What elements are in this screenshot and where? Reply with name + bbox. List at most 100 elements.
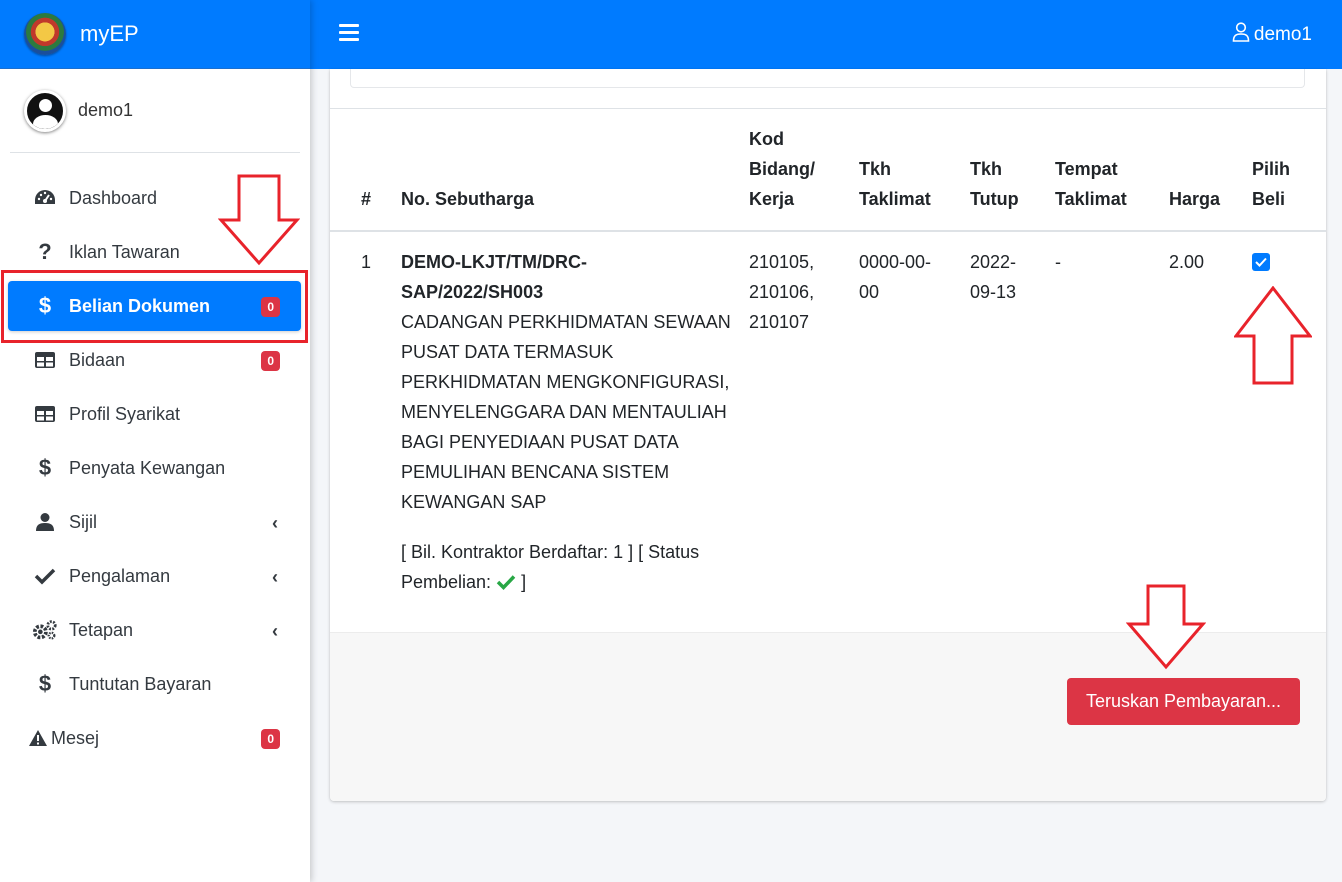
header-tkh-taklimat: Tkh Taklimat: [859, 154, 931, 214]
chevron-left-icon[interactable]: ‹: [272, 567, 278, 588]
checkbox-check-icon: [1255, 257, 1267, 267]
header-line: Taklimat: [1055, 189, 1127, 209]
sidebar-link-mesej[interactable]: Mesej: [8, 713, 301, 763]
row-tempat-cell: -: [1055, 252, 1061, 272]
row-desc-line: MENYELENGGARA DAN MENTAULIAH: [401, 402, 727, 422]
sidebar-link-penyata-kewangan[interactable]: $ Penyata Kewangan: [8, 443, 301, 493]
header-line: Beli: [1252, 189, 1286, 209]
status-check-icon: [496, 572, 521, 592]
sidebar-item-label: Profil Syarikat: [69, 403, 181, 424]
brand-logo-icon: [24, 13, 66, 55]
sidebar-item-pengalaman[interactable]: Pengalaman ‹: [0, 549, 310, 603]
brand-name: myEP: [80, 21, 139, 46]
sidebar-item-label: Bidaan: [69, 349, 126, 370]
row-desc-line: CADANGAN PERKHIDMATAN SEWAAN: [401, 312, 731, 332]
dollar-icon: $: [38, 671, 52, 696]
sidebar-link-tetapan[interactable]: Tetapan: [8, 605, 301, 655]
row-desc-line: PEMULIHAN BENCANA SISTEM: [401, 462, 670, 482]
chevron-left-icon[interactable]: ‹: [272, 621, 278, 642]
top-user-menu[interactable]: demo1: [1232, 22, 1312, 48]
header-kod-line: Kod: [749, 129, 784, 149]
sidebar-item-label: Penyata Kewangan: [69, 457, 226, 478]
sidebar-item-tuntutan-bayaran[interactable]: $ Tuntutan Bayaran: [0, 657, 310, 711]
sidebar-item-dashboard[interactable]: Dashboard: [0, 171, 310, 225]
row-spacer: [401, 517, 731, 537]
row-tkh-taklimat-cell: 0000-00- 00: [859, 247, 931, 307]
header-line: Tempat: [1055, 159, 1118, 179]
avatar: [24, 89, 66, 132]
header-line: Tkh: [859, 159, 892, 179]
warning-icon: [28, 725, 48, 751]
row-desc-line: BAGI PENYEDIAAN PUSAT DATA: [401, 432, 679, 452]
row-date-line: 00: [859, 282, 880, 302]
teruskan-pembayaran-button[interactable]: Teruskan Pembayaran...: [1067, 678, 1300, 725]
header-num: #: [361, 189, 372, 209]
table-icon: [32, 401, 58, 427]
table-top-divider: [330, 108, 1326, 109]
table-header-divider: [330, 230, 1326, 232]
row-desc-line: PUSAT DATA TERMASUK: [401, 342, 614, 362]
header-tempat-taklimat: Tempat Taklimat: [1055, 154, 1127, 214]
header-harga: Harga: [1169, 189, 1221, 209]
row-code-line: DEMO-LKJT/TM/DRC-: [401, 252, 587, 272]
sidebar-item-label: Dashboard: [69, 187, 158, 208]
bidaan-count-badge: 0: [261, 351, 280, 371]
header-line: Taklimat: [859, 189, 931, 209]
row-date-line: 0000-00-: [859, 252, 932, 272]
sidebar-item-penyata-kewangan[interactable]: $ Penyata Kewangan: [0, 441, 310, 495]
user-icon: [32, 509, 58, 535]
row-code-line: SAP/2022/SH003: [401, 282, 544, 302]
sidebar-link-profil-syarikat[interactable]: Profil Syarikat: [8, 389, 301, 439]
sidebar-item-label: Tuntutan Bayaran: [69, 673, 212, 694]
brand[interactable]: myEP: [0, 0, 310, 69]
tachometer-icon: [32, 185, 58, 211]
table-icon: [32, 347, 58, 373]
sidebar: myEP demo1 Dashboard ? Iklan Tawaran $ B…: [0, 0, 310, 882]
sidebar-item-label: Mesej: [51, 727, 100, 748]
row-date-line: 09-13: [970, 282, 1017, 302]
menu-toggle-icon[interactable]: [339, 24, 359, 42]
user-outline-icon: [1232, 22, 1250, 48]
sidebar-item-tetapan[interactable]: Tetapan ‹: [0, 603, 310, 657]
sidebar-link-sijil[interactable]: Sijil: [8, 497, 301, 547]
header-kod-line: Bidang/: [749, 159, 815, 179]
pilih-beli-checkbox[interactable]: [1252, 253, 1270, 271]
sidebar-item-profil-syarikat[interactable]: Profil Syarikat: [0, 387, 310, 441]
chevron-left-icon[interactable]: ‹: [272, 513, 278, 534]
row-kod-cell: 210105, 210106, 210107: [749, 247, 814, 337]
content-card: # No. Sebutharga Kod Bidang/ Kerja Tkh T…: [330, 69, 1326, 801]
cogs-icon: [32, 617, 58, 643]
sidebar-item-label: Pengalaman: [69, 565, 171, 586]
dollar-icon: $: [38, 455, 52, 480]
question-icon: ?: [38, 239, 52, 264]
header-line: Tkh: [970, 159, 1003, 179]
sidebar-item-mesej[interactable]: Mesej 0: [0, 711, 310, 765]
row-tkh-tutup-cell: 2022- 09-13: [970, 247, 1016, 307]
row-status-close: ]: [521, 572, 527, 592]
row-info-line-2: Pembelian: ]: [401, 567, 731, 597]
header-kod-line: Kerja: [749, 189, 795, 209]
sidebar-item-sijil[interactable]: Sijil ‹: [0, 495, 310, 549]
header-line: Pilih: [1252, 159, 1291, 179]
sidebar-user-name: demo1: [78, 100, 134, 120]
top-user-name: demo1: [1253, 24, 1312, 45]
card-inner-panel: [350, 69, 1305, 88]
annotation-highlight-box: [1, 270, 308, 343]
sidebar-link-dashboard[interactable]: Dashboard: [8, 173, 301, 223]
user-panel[interactable]: demo1: [10, 69, 300, 153]
check-icon: [32, 563, 58, 589]
header-kod-bidang: Kod Bidang/ Kerja: [749, 124, 815, 214]
row-num: 1: [361, 252, 372, 272]
sidebar-item-label: Sijil: [69, 511, 98, 532]
row-desc-line: KEWANGAN SAP: [401, 492, 547, 512]
row-kod-line: 210105,: [749, 252, 815, 272]
row-sebutharga-cell: DEMO-LKJT/TM/DRC- SAP/2022/SH003 CADANGA…: [401, 247, 731, 597]
header-no-sebutharga: No. Sebutharga: [401, 189, 535, 209]
sidebar-link-pengalaman[interactable]: Pengalaman: [8, 551, 301, 601]
row-harga-cell: 2.00: [1169, 252, 1205, 272]
sidebar-link-tuntutan-bayaran[interactable]: $ Tuntutan Bayaran: [8, 659, 301, 709]
sidebar-item-label: Iklan Tawaran: [69, 241, 180, 262]
mesej-count-badge: 0: [261, 729, 280, 749]
card-footer: Teruskan Pembayaran...: [330, 632, 1326, 801]
header-line: Tutup: [970, 189, 1019, 209]
